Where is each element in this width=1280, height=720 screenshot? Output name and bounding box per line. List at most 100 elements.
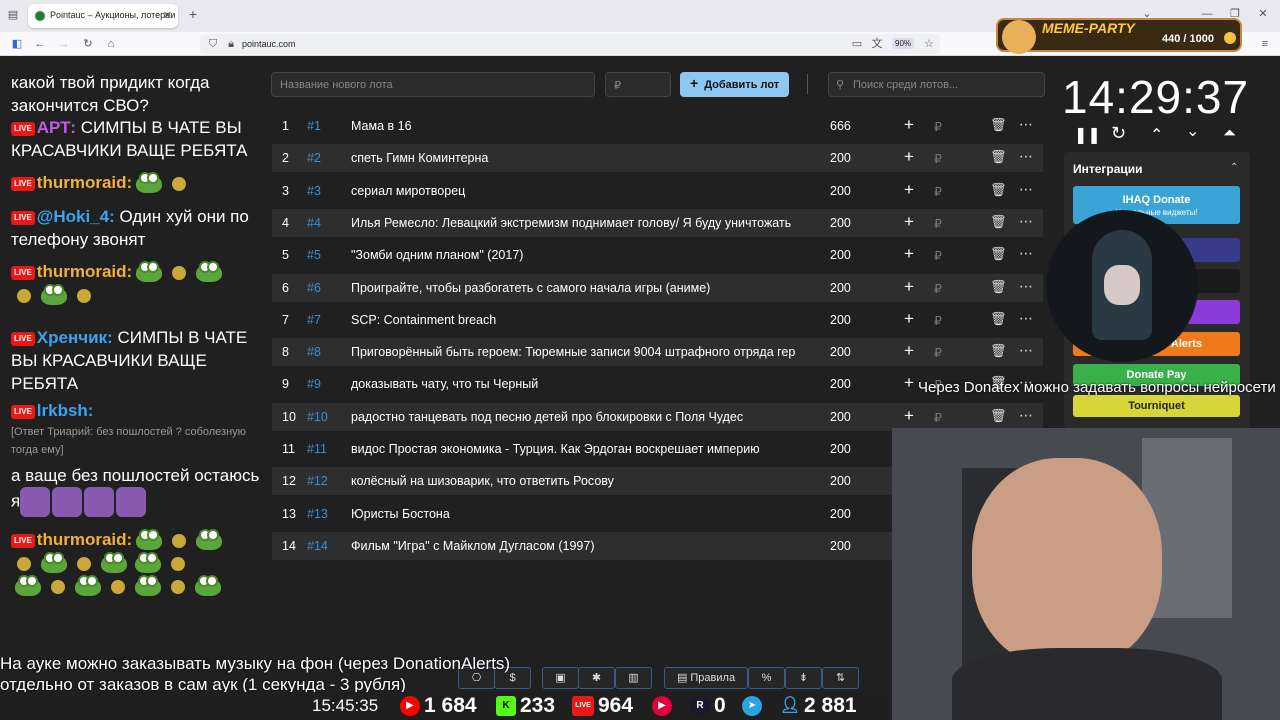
currency-input[interactable]: ₽ <box>934 410 942 425</box>
forward-icon[interactable]: → <box>57 38 71 50</box>
lot-name[interactable]: Юристы Бостона <box>351 507 803 521</box>
lot-id-link[interactable]: #14 <box>307 539 328 553</box>
currency-input[interactable]: ₽ <box>934 184 942 199</box>
sidebar-icon[interactable]: ◧ <box>10 38 24 50</box>
more-icon[interactable]: ⋯ <box>1019 213 1034 230</box>
back-icon[interactable]: ← <box>33 38 47 50</box>
trash-icon[interactable]: 🗑︎ <box>990 182 1007 198</box>
add-amount-icon[interactable]: + <box>904 180 914 200</box>
currency-input[interactable]: ₽ <box>934 248 942 263</box>
shield-icon[interactable]: ⛉ <box>206 38 220 50</box>
more-icon[interactable]: ⋯ <box>1019 148 1034 165</box>
currency-input[interactable]: ₽ <box>934 281 942 296</box>
lot-name[interactable]: SCP: Containment breach <box>351 313 803 327</box>
lot-id-link[interactable]: #6 <box>307 281 321 295</box>
chevron-up-icon[interactable]: ⌃ <box>1150 125 1163 145</box>
lot-name[interactable]: "Зомби одним планом" (2017) <box>351 248 803 262</box>
add-amount-icon[interactable]: + <box>904 373 914 393</box>
lot-name[interactable]: радостно танцевать под песню детей про б… <box>351 410 803 424</box>
lot-name[interactable]: видос Простая экономика - Турция. Как Эр… <box>351 442 803 456</box>
rules-button[interactable]: ▤ Правила <box>664 667 748 689</box>
pause-icon[interactable]: ❚❚ <box>1074 125 1101 145</box>
lot-name[interactable]: Илья Ремесло: Левацкий экстремизм подним… <box>351 216 803 230</box>
lot-id-link[interactable]: #2 <box>307 151 321 165</box>
lot-amount[interactable]: 200 <box>830 313 851 327</box>
currency-input[interactable]: ₽ <box>934 119 942 134</box>
lot-id-link[interactable]: #1 <box>307 119 321 133</box>
lot-name[interactable]: Фильм "Игра" с Майклом Дугласом (1997) <box>351 539 803 553</box>
lot-amount[interactable]: 200 <box>830 539 851 553</box>
add-amount-icon[interactable]: + <box>904 341 914 361</box>
close-tab-icon[interactable]: ✕ <box>163 9 172 22</box>
chevron-down-icon[interactable]: ⌄ <box>1186 121 1199 141</box>
lot-id-link[interactable]: #3 <box>307 184 321 198</box>
amount-input[interactable]: ₽ <box>605 72 671 97</box>
zoom-badge[interactable]: 90% <box>892 38 915 49</box>
lot-id-link[interactable]: #5 <box>307 248 321 262</box>
add-amount-icon[interactable]: + <box>904 212 914 232</box>
add-amount-icon[interactable]: + <box>904 309 914 329</box>
new-lot-input[interactable]: Название нового лота <box>271 72 595 97</box>
lot-id-link[interactable]: #9 <box>307 377 321 391</box>
trash-icon[interactable]: 🗑︎ <box>990 343 1007 359</box>
currency-input[interactable]: ₽ <box>934 216 942 231</box>
add-amount-icon[interactable]: + <box>904 244 914 264</box>
more-icon[interactable]: ⋯ <box>1019 181 1034 198</box>
lot-amount[interactable]: 666 <box>830 119 851 133</box>
add-lot-button[interactable]: + Добавить лот <box>680 72 789 97</box>
lot-name[interactable]: колёсный на шизоварик, что ответить Росо… <box>351 474 803 488</box>
lot-amount[interactable]: 200 <box>830 184 851 198</box>
lot-amount[interactable]: 200 <box>830 345 851 359</box>
more-icon[interactable]: ⋯ <box>1019 310 1034 327</box>
close-window-icon[interactable]: ✕ <box>1256 8 1270 20</box>
more-icon[interactable]: ⋯ <box>1019 342 1034 359</box>
lot-amount[interactable]: 200 <box>830 281 851 295</box>
home-icon[interactable]: ⌂ <box>104 38 118 50</box>
lot-name[interactable]: спеть Гимн Коминтерна <box>351 151 803 165</box>
browser-tab[interactable]: Pointauc – Аукционы, лотереи ✕ <box>28 4 178 28</box>
trash-icon[interactable]: 🗑︎ <box>990 149 1007 165</box>
lot-amount[interactable]: 200 <box>830 474 851 488</box>
lot-amount[interactable]: 200 <box>830 151 851 165</box>
more-icon[interactable]: ⋯ <box>1019 245 1034 262</box>
lot-id-link[interactable]: #13 <box>307 507 328 521</box>
reset-icon[interactable]: ↻ <box>1111 123 1126 144</box>
more-icon[interactable]: ⋯ <box>1019 278 1034 295</box>
lot-amount[interactable]: 200 <box>830 507 851 521</box>
lot-id-link[interactable]: #11 <box>307 442 327 456</box>
add-amount-icon[interactable]: + <box>904 115 914 135</box>
lot-id-link[interactable]: #7 <box>307 313 321 327</box>
trash-icon[interactable]: 🗑︎ <box>990 311 1007 327</box>
currency-input[interactable]: ₽ <box>934 313 942 328</box>
collapse-icon[interactable]: ⌃ <box>1230 162 1238 173</box>
menu-icon[interactable]: ≡ <box>1258 38 1272 50</box>
lot-name[interactable]: доказывать чату, что ты Черный <box>351 377 803 391</box>
bug-icon[interactable]: ✱ <box>578 667 615 689</box>
tourniquet-button[interactable]: Tourniquet <box>1073 395 1240 417</box>
double-up-icon[interactable]: ⏶ <box>1223 125 1236 143</box>
trash-icon[interactable]: 🗑︎ <box>990 117 1007 133</box>
lot-amount[interactable]: 200 <box>830 410 851 424</box>
add-amount-icon[interactable]: + <box>904 406 914 426</box>
lot-amount[interactable]: 200 <box>830 442 851 456</box>
trash-icon[interactable]: 🗑︎ <box>990 408 1007 424</box>
currency-input[interactable]: ₽ <box>934 345 942 360</box>
save-icon[interactable]: ▣ <box>542 667 579 689</box>
lot-name[interactable]: Приговорённый быть героем: Тюремные запи… <box>351 345 803 359</box>
clear-icon[interactable]: ▥ <box>615 667 652 689</box>
lot-id-link[interactable]: #4 <box>307 216 321 230</box>
lot-name[interactable]: сериал миротворец <box>351 184 803 198</box>
percent-icon[interactable]: % <box>748 667 785 689</box>
more-icon[interactable]: ⋯ <box>1019 407 1034 424</box>
url-bar[interactable]: ⛉ 🔒︎ pointauc.com ▭ 文 90% ☆ <box>200 34 940 54</box>
lot-id-link[interactable]: #10 <box>307 410 328 424</box>
trash-icon[interactable]: 🗑︎ <box>990 279 1007 295</box>
new-tab-icon[interactable]: + <box>186 7 200 21</box>
bookmark-star-icon[interactable]: ☆ <box>922 38 936 50</box>
lot-amount[interactable]: 200 <box>830 377 851 391</box>
currency-input[interactable]: ₽ <box>934 151 942 166</box>
split-icon[interactable]: ⇟ <box>785 667 822 689</box>
translate-icon[interactable]: 文 <box>870 38 884 50</box>
add-amount-icon[interactable]: + <box>904 277 914 297</box>
lot-name[interactable]: Проиграйте, чтобы разбогатеть с самого н… <box>351 281 803 295</box>
